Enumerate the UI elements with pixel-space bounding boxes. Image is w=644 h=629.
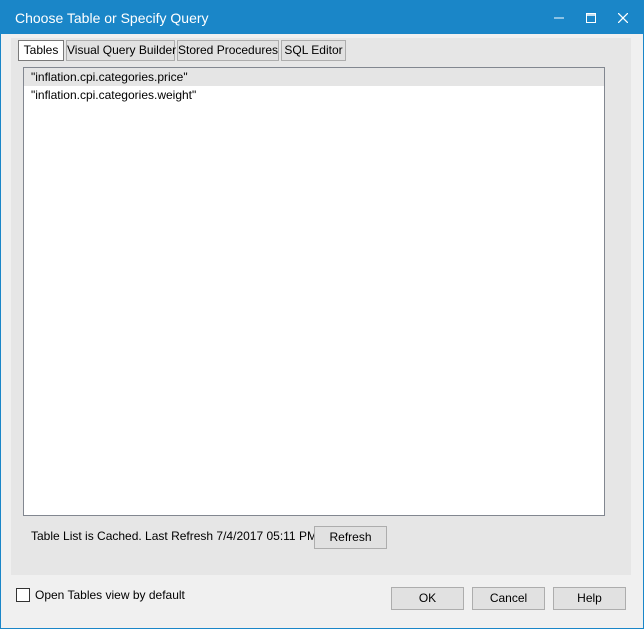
- help-button[interactable]: Help: [553, 587, 626, 610]
- tab-tables[interactable]: Tables: [18, 40, 64, 61]
- dialog-window: Choose Table or Specify Query Tables Vis…: [0, 0, 644, 629]
- open-tables-default-checkbox[interactable]: [16, 588, 30, 602]
- cache-status-text: Table List is Cached. Last Refresh 7/4/2…: [31, 529, 317, 543]
- list-item[interactable]: "inflation.cpi.categories.weight": [24, 86, 604, 104]
- tab-visual-query-builder[interactable]: Visual Query Builder: [66, 40, 176, 61]
- minimize-button[interactable]: [541, 1, 577, 34]
- title-bar: Choose Table or Specify Query: [1, 1, 643, 34]
- close-button[interactable]: [605, 1, 641, 34]
- window-title: Choose Table or Specify Query: [15, 10, 209, 26]
- main-panel: Tables Visual Query Builder Stored Proce…: [11, 38, 631, 575]
- ok-button[interactable]: OK: [391, 587, 464, 610]
- open-tables-default-option[interactable]: Open Tables view by default: [16, 588, 185, 602]
- maximize-icon: [586, 12, 596, 23]
- tab-sql-editor[interactable]: SQL Editor: [281, 40, 346, 61]
- list-item[interactable]: "inflation.cpi.categories.price": [24, 68, 604, 86]
- close-icon: [618, 12, 628, 23]
- open-tables-default-label: Open Tables view by default: [35, 588, 185, 602]
- refresh-button[interactable]: Refresh: [314, 526, 387, 549]
- tab-stored-procedures[interactable]: Stored Procedures: [177, 40, 279, 61]
- maximize-button[interactable]: [573, 1, 609, 34]
- minimize-icon: [554, 17, 564, 18]
- cancel-button[interactable]: Cancel: [472, 587, 545, 610]
- table-list[interactable]: "inflation.cpi.categories.price" "inflat…: [23, 67, 605, 516]
